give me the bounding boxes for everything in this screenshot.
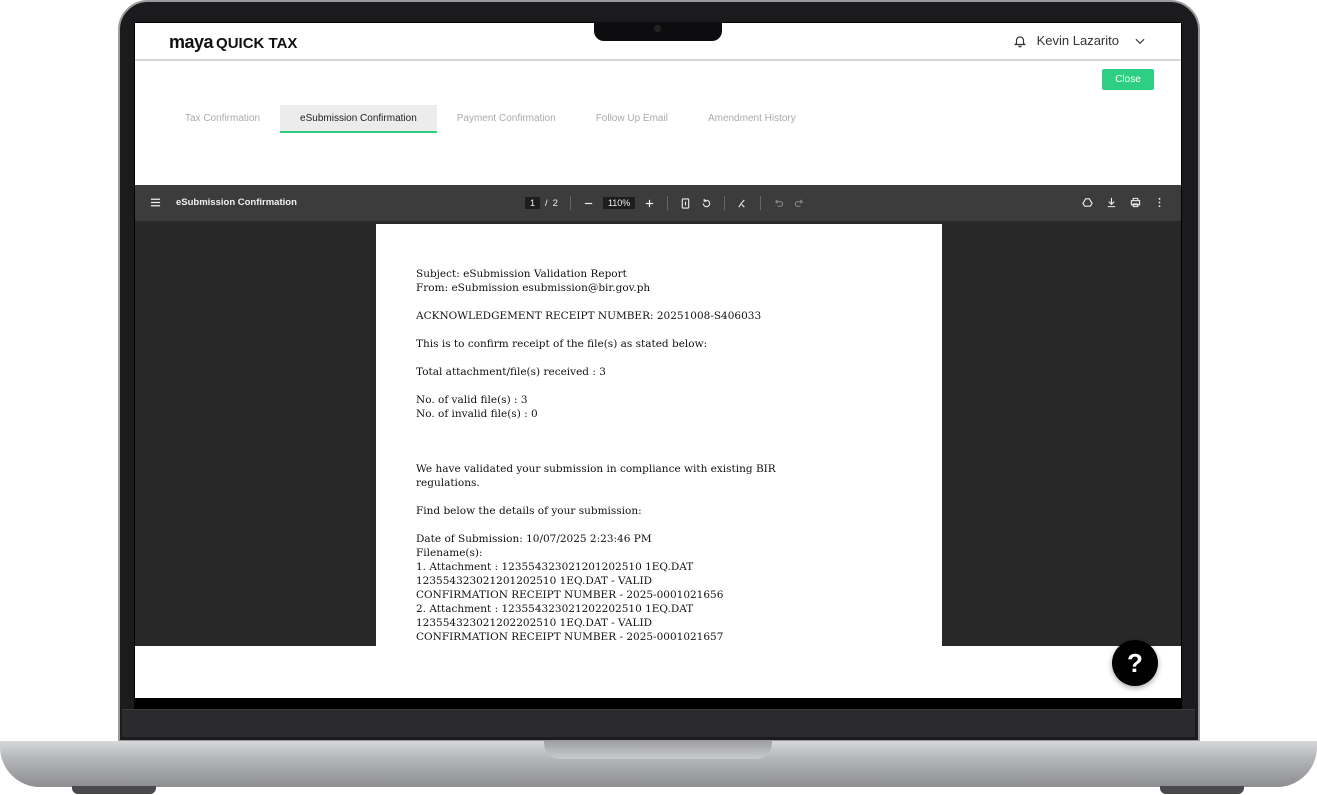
close-button[interactable]: Close xyxy=(1102,69,1154,90)
save-to-drive-icon[interactable] xyxy=(1082,197,1093,208)
document-line: ACKNOWLEDGEMENT RECEIPT NUMBER: 20251008… xyxy=(416,309,762,322)
document-line: We have validated your submission in com… xyxy=(416,463,776,476)
tab-payment-confirmation[interactable]: Payment Confirmation xyxy=(437,105,576,133)
pdf-viewer[interactable]: eSubmission Confirmation 1 / 2 110% Subj… xyxy=(135,185,1181,646)
page-separator: / xyxy=(545,197,548,209)
pdf-toolbar: eSubmission Confirmation 1 / 2 110% xyxy=(135,185,1181,221)
document-body: Subject: eSubmission Validation Report Fr… xyxy=(416,268,776,646)
tab-amendment-history[interactable]: Amendment History xyxy=(688,105,816,133)
logo-brand: maya xyxy=(169,32,214,52)
camera-notch xyxy=(594,22,722,41)
undo-icon[interactable] xyxy=(773,198,784,209)
document-line: 2. Attachment : 123554323021202202510 1E… xyxy=(416,602,694,615)
rotate-icon[interactable] xyxy=(701,198,712,209)
help-button[interactable]: ? xyxy=(1112,640,1158,686)
total-pages: 2 xyxy=(552,197,558,209)
document-line: From: eSubmission esubmission@bir.gov.ph xyxy=(416,281,651,294)
document-line: 123554323021201202510 1EQ.DAT - VALID xyxy=(416,574,653,587)
menu-icon[interactable] xyxy=(150,197,161,208)
maya-quicktax-logo[interactable]: maya QUICK TAX xyxy=(169,32,297,53)
pdf-actions xyxy=(1082,197,1165,208)
logo-product: QUICK TAX xyxy=(216,35,298,52)
camera-icon xyxy=(654,25,661,32)
fit-page-icon[interactable] xyxy=(680,197,691,209)
app-screen: maya QUICK TAX Kevin Lazarito Close Tax C… xyxy=(135,23,1181,698)
page-number-input[interactable]: 1 xyxy=(525,197,541,209)
document-line: CONFIRMATION RECEIPT NUMBER - 2025-00010… xyxy=(416,588,724,601)
print-icon[interactable] xyxy=(1130,197,1141,208)
laptop-foot-left xyxy=(72,786,156,794)
laptop-foot-right xyxy=(1160,786,1244,794)
screen-chin xyxy=(122,709,1195,737)
document-line: Subject: eSubmission Validation Report xyxy=(416,268,627,280)
zoom-level[interactable]: 110% xyxy=(602,197,636,209)
pdf-page-controls: 1 / 2 110% xyxy=(525,196,805,210)
zoom-out-icon[interactable] xyxy=(583,198,594,209)
tab-tax-confirmation[interactable]: Tax Confirmation xyxy=(165,105,280,133)
zoom-in-icon[interactable] xyxy=(644,198,655,209)
footer-area xyxy=(135,646,1181,698)
document-line: Total attachment/file(s) received : 3 xyxy=(416,365,606,378)
download-icon[interactable] xyxy=(1106,197,1117,208)
divider xyxy=(569,196,571,210)
pdf-page: Subject: eSubmission Validation Report Fr… xyxy=(376,224,942,646)
annotate-icon[interactable] xyxy=(737,198,748,209)
redo-icon[interactable] xyxy=(794,198,805,209)
tab-bar: Tax Confirmation eSubmission Confirmatio… xyxy=(165,105,816,133)
bell-icon[interactable] xyxy=(1013,34,1027,48)
document-line: No. of invalid file(s) : 0 xyxy=(416,407,538,420)
document-line: regulations. xyxy=(416,477,480,490)
laptop-opening-groove xyxy=(544,741,772,759)
document-line: No. of valid file(s) : 3 xyxy=(416,393,528,406)
tab-esubmission-confirmation[interactable]: eSubmission Confirmation xyxy=(280,105,437,133)
chevron-down-icon[interactable] xyxy=(1133,34,1147,48)
user-name[interactable]: Kevin Lazarito xyxy=(1037,33,1119,48)
document-line: 1. Attachment : 123554323021201202510 1E… xyxy=(416,561,694,574)
more-options-icon[interactable] xyxy=(1154,197,1165,208)
divider xyxy=(724,196,726,210)
document-line: Find below the details of your submissio… xyxy=(416,505,642,518)
user-menu[interactable]: Kevin Lazarito xyxy=(1013,33,1147,48)
document-line: 123554323021202202510 1EQ.DAT - VALID xyxy=(416,616,653,629)
pdf-title: eSubmission Confirmation xyxy=(176,197,297,208)
divider xyxy=(760,196,762,210)
document-line: This is to confirm receipt of the file(s… xyxy=(416,337,708,350)
tab-follow-up-email[interactable]: Follow Up Email xyxy=(576,105,688,133)
document-line: Filename(s): xyxy=(416,547,483,560)
document-line: CONFIRMATION RECEIPT NUMBER - 2025-00010… xyxy=(416,630,724,643)
document-line: Date of Submission: 10/07/2025 2:23:46 P… xyxy=(416,533,652,546)
divider xyxy=(667,196,669,210)
